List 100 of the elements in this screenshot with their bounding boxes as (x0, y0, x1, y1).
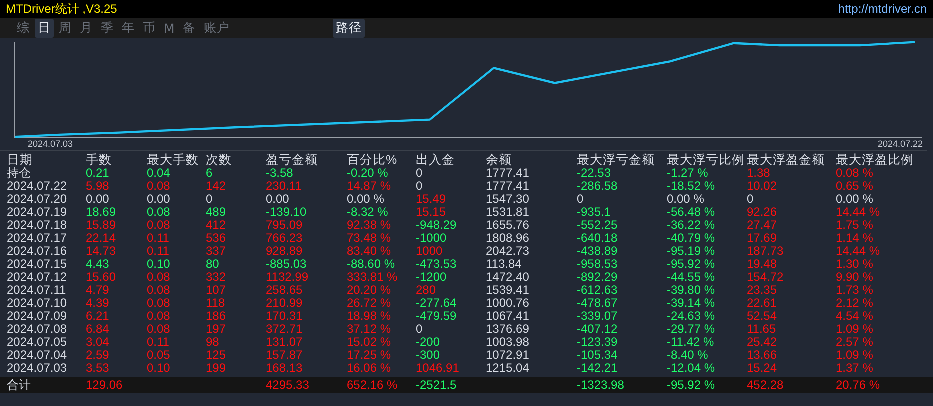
period-tab[interactable]: 月 (77, 18, 96, 38)
table-cell: 280 (416, 283, 436, 297)
table-cell: -286.58 (577, 179, 618, 193)
period-tab[interactable]: M (161, 20, 178, 36)
table-cell: 15.24 (747, 361, 778, 375)
table-cell: 14.44 % (836, 205, 880, 219)
table-cell: 197 (206, 322, 226, 336)
table-cell: 2.12 % (836, 296, 874, 310)
table-cell: 4.54 % (836, 309, 874, 323)
period-tab[interactable]: 年 (119, 18, 138, 38)
period-tab[interactable]: 周 (56, 18, 75, 38)
table-cell: 0 (416, 166, 423, 180)
table-cell: 14.44 % (836, 244, 880, 258)
table-cell: -36.22 % (667, 218, 716, 232)
table-cell: -438.89 (577, 244, 618, 258)
table-cell: 536 (206, 231, 226, 245)
column-header: 余额 (486, 153, 513, 167)
table-cell: 1655.76 (486, 218, 530, 232)
table-cell: 16.06 % (347, 361, 392, 375)
website-link[interactable]: http://mtdriver.cn (838, 2, 927, 16)
table-cell: 1072.91 (486, 348, 530, 362)
table-cell: 0 (206, 192, 213, 206)
table-cell: -12.04 % (667, 361, 716, 375)
table-cell: 1.37 % (836, 361, 874, 375)
table-cell: 131.07 (266, 335, 303, 349)
table-cell: 125 (206, 348, 226, 362)
table-cell: 2024.07.17 (7, 231, 68, 245)
table-cell: 186 (206, 309, 226, 323)
table-cell: 2024.07.03 (7, 361, 68, 375)
table-cell: 129.06 (86, 378, 123, 392)
period-tab[interactable]: 币 (140, 18, 159, 38)
table-cell: 0.05 (147, 348, 170, 362)
table-cell: -22.53 (577, 166, 612, 180)
column-header: 最大浮亏比例 (667, 153, 746, 167)
table-cell: 19.48 (747, 257, 778, 271)
table-cell: 22.61 (747, 296, 778, 310)
view-tab[interactable]: 路径 (332, 18, 365, 38)
table-cell: 4.79 (86, 283, 110, 297)
table-cell: 1531.81 (486, 205, 530, 219)
table-cell: -29.77 % (667, 322, 716, 336)
table-cell: -88.60 % (347, 257, 396, 271)
column-header: 盈亏金额 (266, 153, 319, 167)
table-cell: 0.10 (147, 361, 170, 375)
table-cell: 332 (206, 270, 226, 284)
table-cell: -39.14 % (667, 296, 716, 310)
period-tab[interactable]: 日 (35, 18, 54, 38)
table-cell: -56.48 % (667, 205, 716, 219)
table-cell: 766.23 (266, 231, 303, 245)
table-cell: 0 (577, 192, 584, 206)
table-cell: 合计 (7, 378, 31, 392)
period-tab[interactable]: 备 (180, 18, 199, 38)
period-tab[interactable]: 账户 (200, 18, 233, 38)
table-cell: 0.11 (147, 244, 170, 258)
table-cell: 0.08 (147, 296, 170, 310)
table-cell: -479.59 (416, 309, 457, 323)
table-cell: 25.42 (747, 335, 778, 349)
table-cell: 1777.41 (486, 166, 530, 180)
table-cell: -948.29 (416, 218, 457, 232)
table-cell: 0 (416, 179, 423, 193)
table-cell: 23.35 (747, 283, 778, 297)
table-cell: 0.00 (86, 192, 110, 206)
period-tab[interactable]: 季 (98, 18, 117, 38)
table-cell: -18.52 % (667, 179, 716, 193)
table-cell: 92.38 % (347, 218, 392, 232)
table-cell: 2024.07.05 (7, 335, 68, 349)
table-cell: 1.09 % (836, 348, 874, 362)
table-cell: 11.65 (747, 322, 776, 336)
table-cell: 18.98 % (347, 309, 392, 323)
table-cell: 337 (206, 244, 226, 258)
table-cell: 1000.76 (486, 296, 530, 310)
table-cell: 1067.41 (486, 309, 530, 323)
table-cell: 15.15 (416, 205, 446, 219)
table-cell: 3.53 (86, 361, 110, 375)
table-cell: 157.87 (266, 348, 303, 362)
table-cell: 52.54 (747, 309, 778, 323)
table-cell: -105.34 (577, 348, 618, 362)
table-cell: 2024.07.11 (7, 283, 66, 297)
table-cell: -339.07 (577, 309, 618, 323)
table-cell: 27.47 (747, 218, 778, 232)
table-cell: 98 (206, 335, 220, 349)
table-cell: -3.58 (266, 166, 294, 180)
table-cell: 0.08 (147, 179, 170, 193)
table-cell: -1323.98 (577, 378, 624, 392)
table-cell: -24.63 % (667, 309, 716, 323)
table-cell: 1.38 (747, 166, 770, 180)
table-cell: 0.00 % (836, 192, 874, 206)
table-cell: 17.69 (747, 231, 778, 245)
table-cell: 0.08 (147, 270, 170, 284)
table-cell: -8.32 % (347, 205, 388, 219)
table-cell: -1000 (416, 231, 447, 245)
table-cell: 2042.73 (486, 244, 530, 258)
table-cell: 0.08 % (836, 166, 874, 180)
column-header: 百分比% (347, 153, 398, 167)
table-cell: 17.25 % (347, 348, 392, 362)
period-tab[interactable]: 综 (14, 18, 33, 38)
table-cell: 5.98 (86, 179, 110, 193)
table-cell: 928.89 (266, 244, 303, 258)
table-cell: -277.64 (416, 296, 457, 310)
table-cell: 2024.07.22 (7, 179, 68, 193)
table-cell: 113.84 (486, 257, 522, 271)
